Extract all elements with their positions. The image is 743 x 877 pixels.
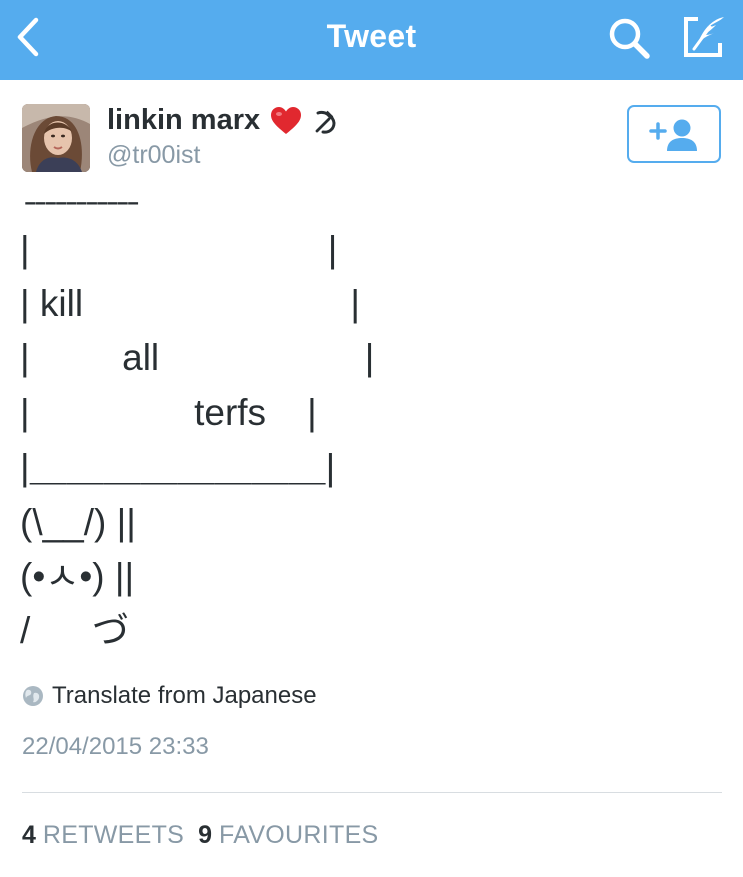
tweet-line: ̄ ̄ ̄ ̄ ̄ ̄ ̄ ̄ ̄ ̄ ̄ (20, 194, 134, 235)
hammer-sickle-icon (315, 110, 336, 134)
avatar[interactable] (22, 104, 90, 172)
author-name-row[interactable]: linkin marx (107, 104, 340, 137)
tweet-line: (\__/) || (20, 502, 136, 543)
tweet-line: | all | (20, 337, 375, 378)
translate-link[interactable]: Translate from Japanese (22, 682, 317, 710)
tweet-line: | kill | (20, 283, 360, 324)
tweet-text: ̄ ̄ ̄ ̄ ̄ ̄ ̄ ̄ ̄ ̄ ̄ | | | kill | | all… (20, 196, 720, 666)
globe-icon (23, 686, 43, 706)
search-button[interactable] (605, 14, 653, 62)
favourites-stat[interactable]: 9 FAVOURITES (198, 821, 378, 850)
tweet-timestamp: 22/04/2015 23:33 (22, 733, 209, 760)
tweet-line: / づ (20, 610, 129, 651)
heart-icon (271, 106, 302, 134)
tweet-stats: 4 RETWEETS 9 FAVOURITES (22, 821, 379, 850)
retweets-stat[interactable]: 4 RETWEETS (22, 821, 184, 850)
add-user-icon (649, 119, 697, 151)
user-handle[interactable]: @tr00ist (107, 141, 200, 170)
favourites-label: FAVOURITES (219, 821, 379, 849)
display-name[interactable]: linkin marx (107, 104, 260, 137)
follow-button[interactable] (627, 105, 721, 163)
retweets-label: RETWEETS (42, 821, 185, 849)
compose-icon (684, 17, 724, 57)
tweet-line: |＿＿＿＿＿＿＿＿| (20, 447, 336, 488)
profile-photo (22, 104, 90, 172)
retweets-count: 4 (22, 821, 36, 849)
tweet-line: | | (20, 229, 338, 270)
translate-label[interactable]: Translate from Japanese (52, 682, 317, 710)
tweet-line: | terfs | (20, 392, 317, 433)
navigation-bar: Tweet (0, 0, 743, 80)
tweet-line: (•ㅅ•) || (20, 556, 135, 597)
compose-button[interactable] (680, 13, 728, 61)
search-icon (609, 18, 650, 59)
favourites-count: 9 (198, 821, 213, 849)
divider (22, 792, 722, 793)
